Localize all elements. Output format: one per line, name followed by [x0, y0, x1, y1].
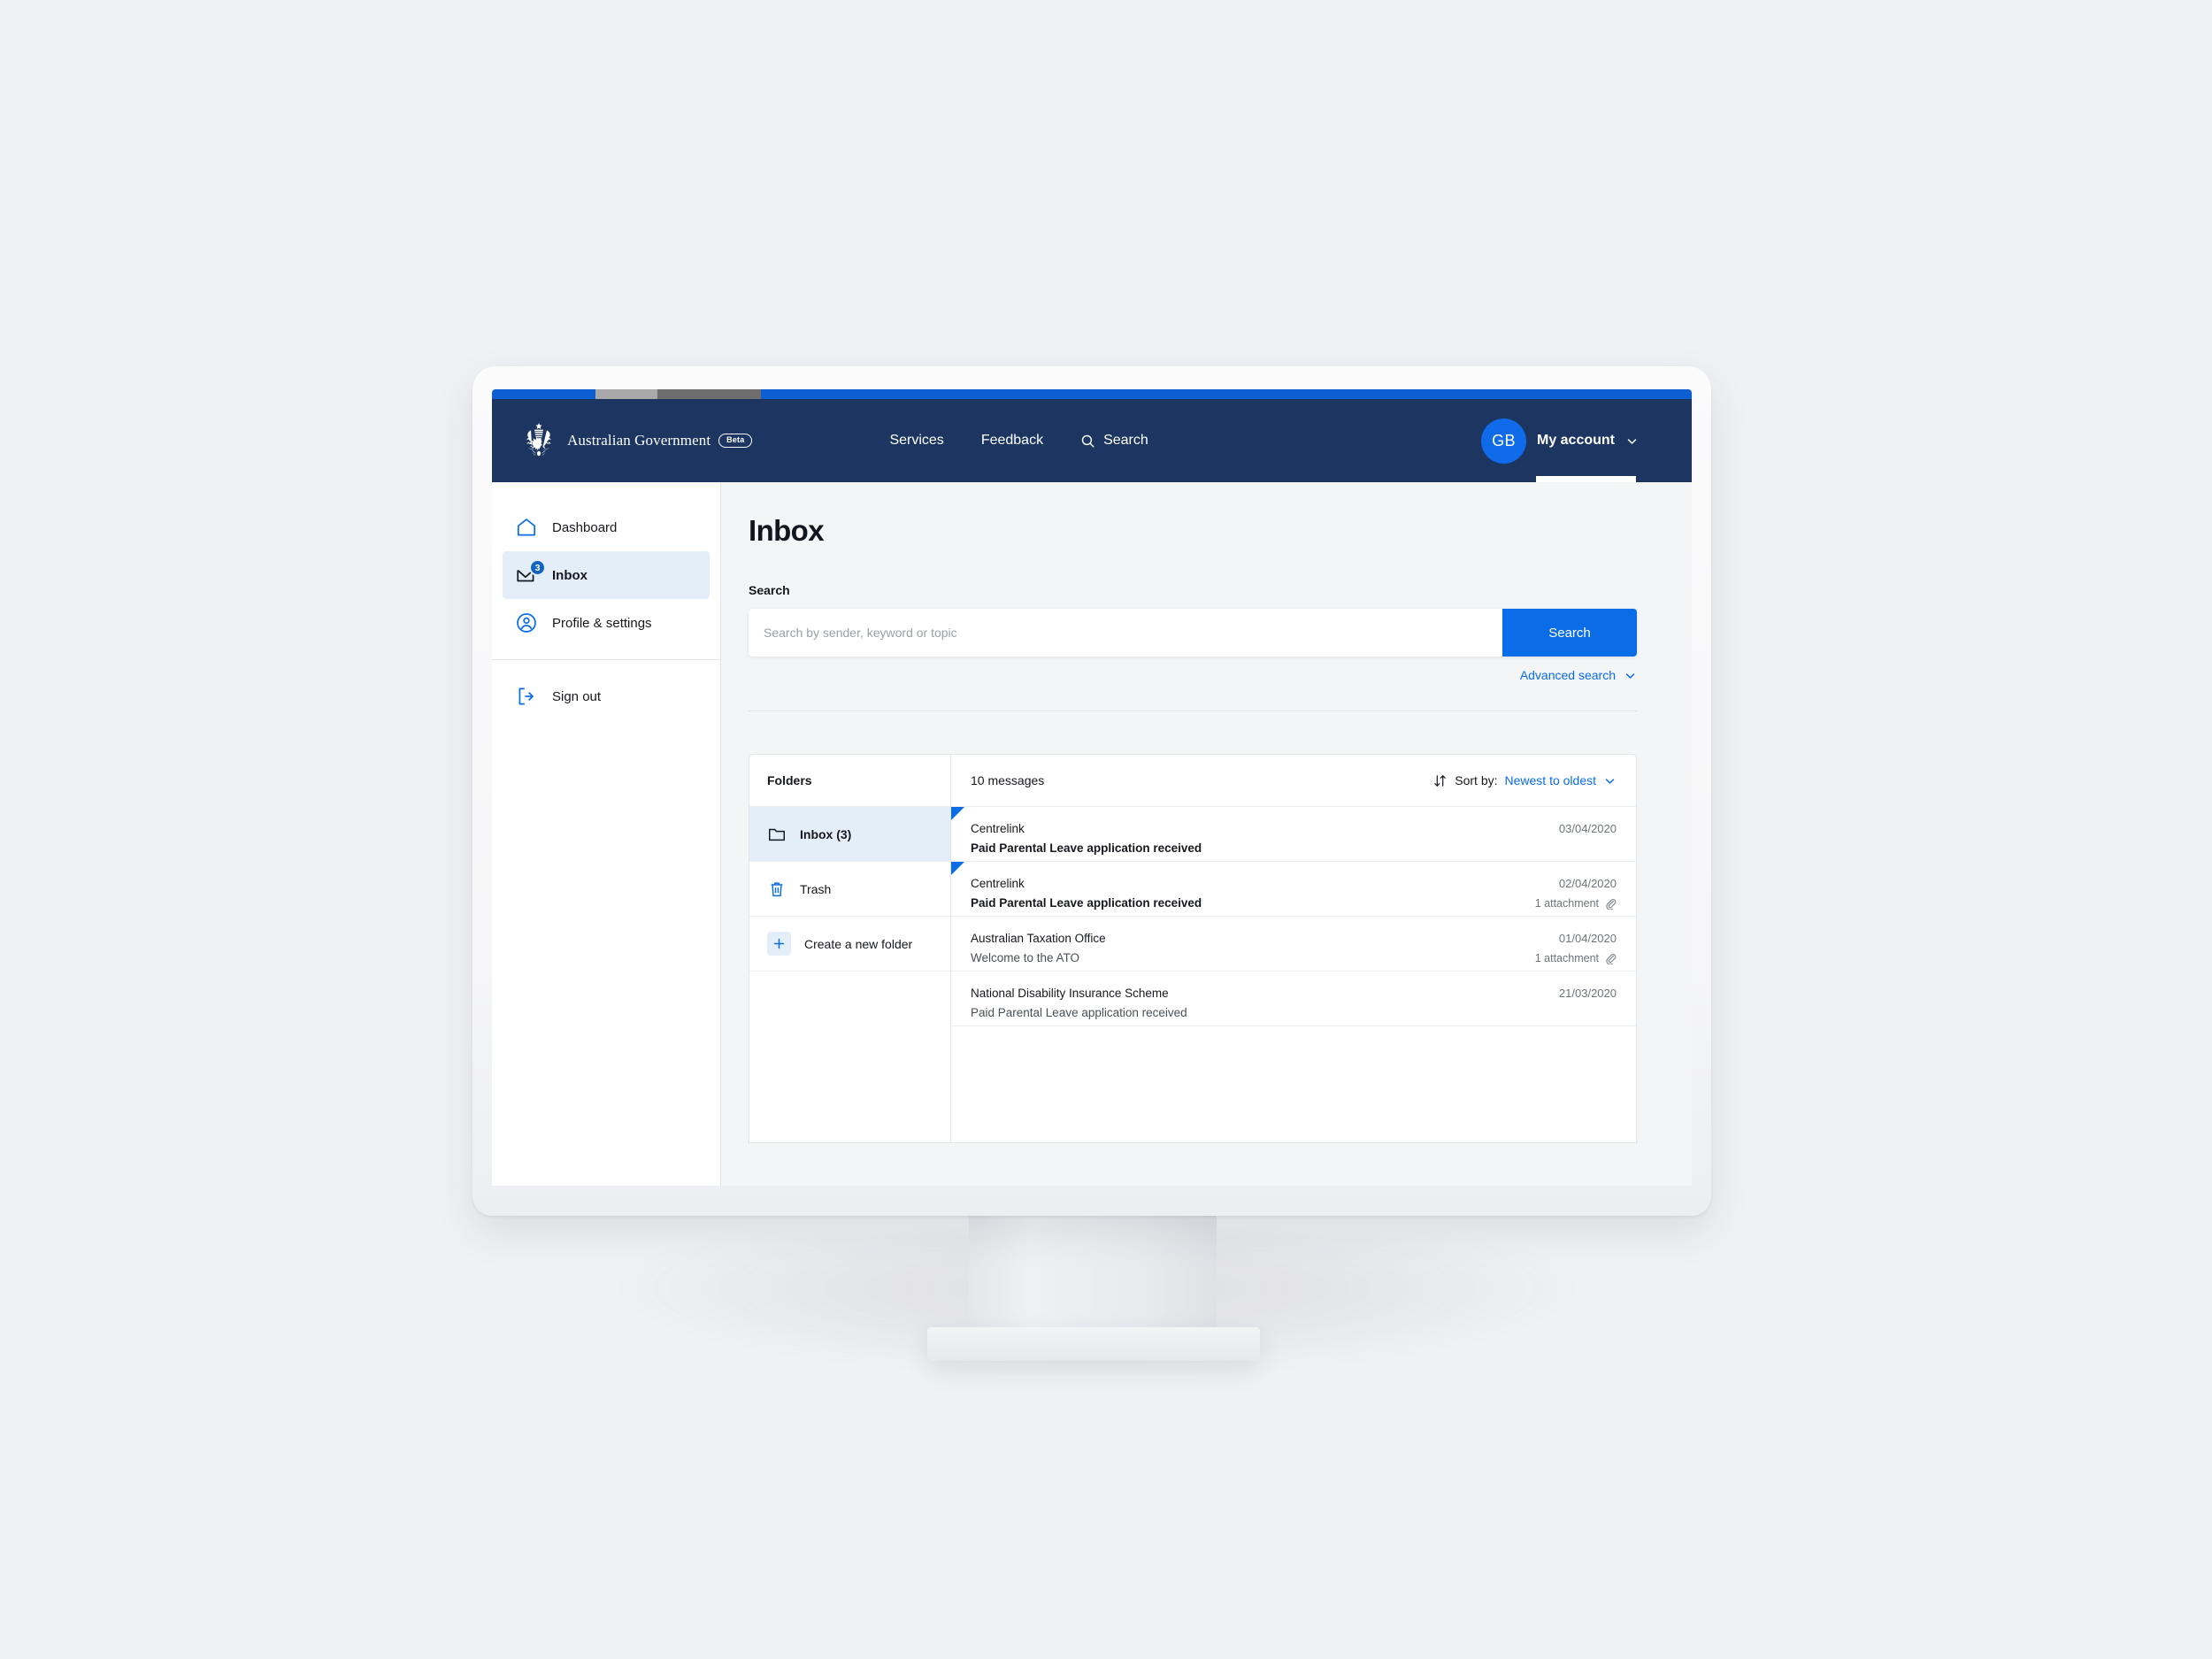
- messages-toolbar: 10 messages Sort by: Newest to oldest: [951, 755, 1636, 807]
- sidebar-item-sign-out[interactable]: Sign out: [503, 672, 710, 720]
- brand-lockup[interactable]: Australian Government Beta: [519, 421, 753, 460]
- monitor-stand-neck: [969, 1216, 1217, 1340]
- message-sender: National Disability Insurance Scheme: [971, 987, 1169, 1000]
- search-row: Search: [749, 609, 1637, 657]
- envelope-icon: 3: [515, 559, 546, 587]
- home-icon: [515, 516, 538, 539]
- message-date: 03/04/2020: [1558, 822, 1617, 835]
- message-sender: Australian Taxation Office: [971, 932, 1106, 945]
- nav-label: Services: [889, 433, 944, 448]
- header-nav: Services Feedback Search: [889, 433, 1148, 449]
- account-label: My account: [1536, 433, 1615, 448]
- table-row[interactable]: Centrelink 02/04/2020 Paid Parental Leav…: [951, 862, 1636, 917]
- folder-label: Create a new folder: [804, 936, 913, 951]
- folder-item-trash[interactable]: Trash: [749, 862, 950, 917]
- message-date: 21/03/2020: [1558, 987, 1617, 1000]
- folder-label: Trash: [800, 881, 832, 896]
- accent-segment-blue-right: [760, 389, 1692, 399]
- avatar: GB: [1480, 418, 1526, 464]
- sort-control[interactable]: Sort by: Newest to oldest: [1432, 773, 1617, 788]
- search-input[interactable]: [749, 609, 1502, 657]
- nav-label: Search: [1103, 433, 1148, 448]
- message-attachment-label: 1 attachment: [1534, 896, 1599, 910]
- user-circle-icon: [515, 611, 538, 634]
- inbox-unread-badge: 3: [529, 559, 546, 576]
- advanced-search-link[interactable]: Advanced search: [1520, 668, 1616, 682]
- sidebar-item-label: Profile & settings: [552, 615, 652, 631]
- message-subject: Paid Parental Leave application received: [971, 896, 1202, 910]
- nav-label: Feedback: [980, 433, 1044, 448]
- site-header: Australian Government Beta Services Feed…: [492, 399, 1692, 482]
- top-accent-bar: [492, 389, 1692, 399]
- search-field-label: Search: [749, 583, 790, 597]
- accent-segment-light-gray: [595, 389, 658, 399]
- message-subject: Welcome to the ATO: [971, 951, 1080, 964]
- sort-by-value: Newest to oldest: [1504, 773, 1597, 787]
- unread-flag-icon: [951, 862, 964, 875]
- folder-item-inbox[interactable]: Inbox (3): [749, 807, 950, 862]
- chevron-down-icon: [1627, 438, 1637, 444]
- nav-item-search[interactable]: Search: [1080, 433, 1148, 449]
- paperclip-icon: [1606, 953, 1617, 964]
- account-menu[interactable]: GB My account: [1480, 399, 1639, 482]
- folders-heading: Folders: [749, 755, 950, 807]
- table-row[interactable]: Australian Taxation Office 01/04/2020 We…: [951, 917, 1636, 972]
- messages-column: 10 messages Sort by: Newest to oldest Ce…: [951, 755, 1636, 1142]
- mail-panel: Folders Inbox (3) Trash Create a new fol…: [749, 754, 1637, 1143]
- browser-viewport: Australian Government Beta Services Feed…: [492, 389, 1692, 1186]
- accent-segment-blue-left: [492, 389, 595, 399]
- sort-arrows-icon: [1434, 774, 1447, 787]
- message-date: 02/04/2020: [1558, 877, 1617, 890]
- australian-coat-of-arms-icon: [526, 423, 552, 457]
- trash-icon: [767, 879, 787, 899]
- message-sender: Centrelink: [971, 877, 1025, 890]
- message-sender: Centrelink: [971, 822, 1025, 835]
- search-button[interactable]: Search: [1502, 609, 1637, 657]
- message-date: 01/04/2020: [1558, 932, 1617, 945]
- unread-flag-icon: [951, 807, 964, 820]
- page-title: Inbox: [749, 514, 825, 547]
- message-subject: Paid Parental Leave application received: [971, 841, 1202, 855]
- folders-column: Folders Inbox (3) Trash Create a new fol…: [749, 755, 951, 1142]
- nav-item-services[interactable]: Services: [889, 433, 943, 449]
- advanced-search-row[interactable]: Advanced search: [749, 668, 1637, 682]
- sidebar-item-label: Dashboard: [552, 519, 618, 535]
- main-content: Inbox Search Search Advanced search: [721, 482, 1692, 1186]
- brand-text: Australian Government: [567, 432, 711, 449]
- plus-icon: [767, 932, 791, 956]
- sidebar-divider: [492, 659, 720, 660]
- monitor-scene: Australian Government Beta Services Feed…: [0, 0, 2212, 1659]
- table-row[interactable]: National Disability Insurance Scheme 21/…: [951, 972, 1636, 1026]
- sidebar-item-label: Sign out: [552, 688, 602, 704]
- sidebar-item-inbox[interactable]: 3 Inbox: [503, 551, 710, 599]
- monitor-stand-foot: [927, 1327, 1260, 1361]
- search-section: Search Search Advanced search: [749, 583, 1637, 711]
- section-divider: [749, 710, 1637, 711]
- folder-icon: [767, 825, 787, 844]
- sidebar-item-label: Inbox: [552, 567, 588, 583]
- folder-label: Inbox (3): [800, 826, 852, 841]
- table-row[interactable]: Centrelink 03/04/2020 Paid Parental Leav…: [951, 807, 1636, 862]
- account-active-tab-marker: [1536, 476, 1636, 482]
- sidebar-item-dashboard[interactable]: Dashboard: [503, 503, 710, 551]
- paperclip-icon: [1606, 898, 1617, 910]
- message-attachment-label: 1 attachment: [1534, 951, 1599, 964]
- sidebar: Dashboard 3 Inbox Profile & settings Sig…: [492, 482, 721, 1186]
- app-body: Dashboard 3 Inbox Profile & settings Sig…: [492, 482, 1692, 1186]
- message-attachment: 1 attachment: [1535, 897, 1617, 910]
- message-subject: Paid Parental Leave application received: [971, 1006, 1187, 1019]
- accent-segment-dark-gray: [657, 389, 761, 399]
- beta-badge: Beta: [718, 434, 753, 448]
- search-icon: [1081, 434, 1094, 448]
- sign-out-icon: [515, 685, 538, 708]
- messages-count: 10 messages: [971, 773, 1045, 787]
- sort-by-label: Sort by:: [1455, 773, 1498, 787]
- message-attachment: 1 attachment: [1535, 952, 1617, 964]
- nav-item-feedback[interactable]: Feedback: [981, 433, 1043, 449]
- chevron-down-icon: [1625, 672, 1635, 679]
- chevron-down-icon: [1605, 778, 1615, 784]
- folder-item-create-new[interactable]: Create a new folder: [749, 917, 950, 972]
- sidebar-item-profile-settings[interactable]: Profile & settings: [503, 599, 710, 647]
